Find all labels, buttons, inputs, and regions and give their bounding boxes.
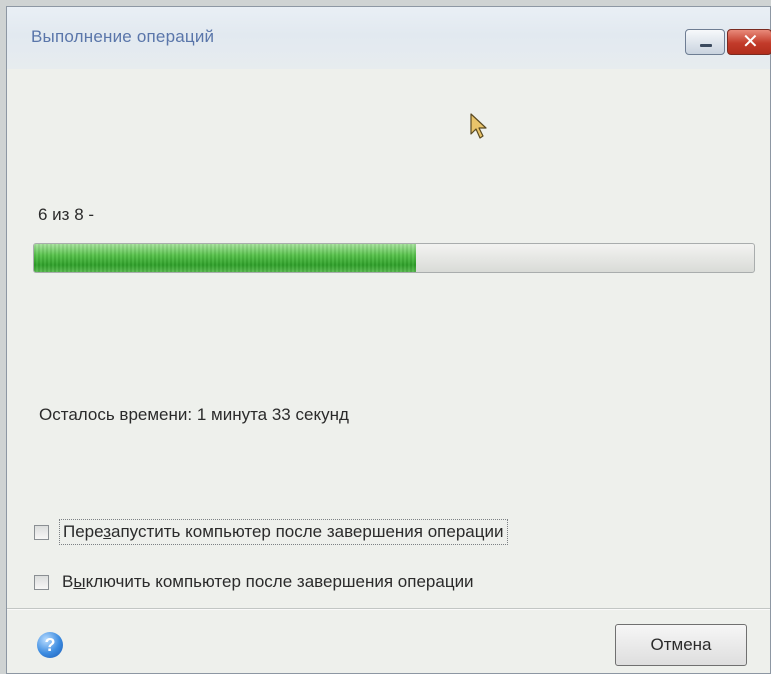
dialog-body: 6 из 8 - Осталось времени: 1 минута 33 с…: [7, 69, 770, 673]
shutdown-option[interactable]: Выключить компьютер после завершения опе…: [34, 569, 477, 595]
operation-counter: 6 из 8 -: [38, 205, 95, 224]
cancel-button[interactable]: Отмена: [615, 624, 747, 666]
help-icon[interactable]: ?: [37, 632, 63, 658]
close-button[interactable]: ✕: [727, 29, 771, 55]
restart-option[interactable]: Перезапустить компьютер после завершения…: [34, 519, 508, 545]
progress-fill: [34, 244, 416, 272]
close-icon: ✕: [742, 31, 759, 53]
restart-option-label[interactable]: Перезапустить компьютер после завершения…: [59, 519, 508, 545]
mouse-pointer-icon: [470, 113, 487, 139]
time-remaining: Осталось времени: 1 минута 33 секунд: [39, 405, 349, 424]
shutdown-option-label[interactable]: Выключить компьютер после завершения опе…: [59, 570, 477, 594]
title-bar[interactable]: Выполнение операций ✕: [7, 7, 771, 69]
footer-divider: [7, 608, 770, 610]
window-title: Выполнение операций: [31, 27, 215, 46]
shutdown-checkbox[interactable]: [34, 574, 49, 590]
operations-dialog: Выполнение операций ✕ 6 из 8 - Осталось …: [6, 6, 771, 674]
restart-checkbox[interactable]: [34, 524, 49, 540]
operation-progress-bar: [33, 243, 755, 273]
minimize-button[interactable]: [685, 29, 725, 55]
minimize-icon: [700, 44, 712, 47]
